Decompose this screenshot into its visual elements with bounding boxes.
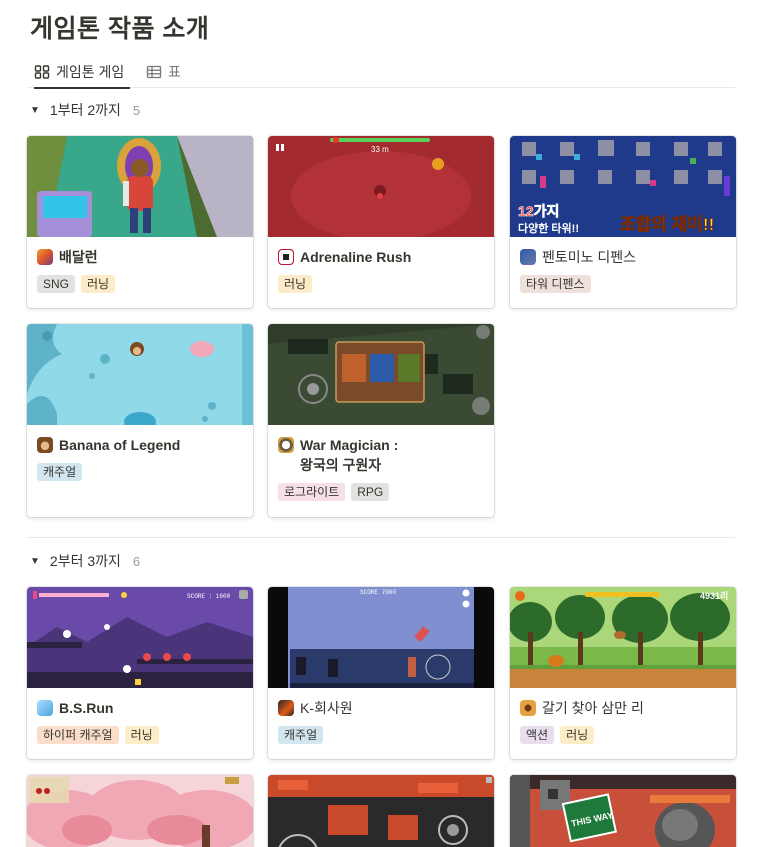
tag: 러닝 <box>124 726 159 744</box>
tab-gallery-label: 게임톤 게임 <box>56 64 125 80</box>
card-title: B.S.Run <box>59 700 114 716</box>
card-cover-image: 12가지 다양한 타워!! 조합의 재미!! <box>510 136 736 237</box>
group-label: 2부터 3까지 <box>49 553 121 569</box>
group-header-1[interactable]: ▼ 1부터 2까지 5 <box>30 98 140 122</box>
table-icon <box>146 64 162 80</box>
card-cover-image: SCORE 7000 <box>268 587 494 688</box>
tag: 캐주얼 <box>37 463 83 481</box>
cover-caption: 조합의 재미!! <box>620 214 714 234</box>
card-title: 배달런 <box>59 249 98 265</box>
tab-table-view[interactable]: 표 <box>146 56 181 88</box>
card-cover-image <box>268 324 494 425</box>
gallery-card[interactable]: SCORE 7000 K-회사원 캐주얼 <box>268 587 494 759</box>
card-cover-image: 4931리 <box>510 587 736 688</box>
view-tabs: 게임톤 게임 표 <box>27 52 735 89</box>
gallery-icon <box>34 64 50 80</box>
card-title: Banana of Legend <box>59 437 181 453</box>
app-icon <box>278 249 294 265</box>
group-count: 6 <box>132 553 141 569</box>
app-icon <box>278 437 294 453</box>
tag: 타워 디펜스 <box>520 275 591 293</box>
tag: 액션 <box>520 726 555 744</box>
score-readout: SCORE : 1600 <box>187 593 231 600</box>
tab-table-label: 표 <box>168 64 181 80</box>
cover-caption: 12가지 <box>518 203 559 219</box>
distance-readout: 33 m <box>371 145 389 154</box>
app-icon <box>37 437 53 453</box>
card-cover-image: SCORE : 1600 <box>27 587 253 688</box>
app-icon <box>520 249 536 265</box>
tag: 로그라이트 <box>278 483 346 501</box>
card-title: War Magician : 왕국의 구원자 <box>300 437 399 473</box>
tag: 러닝 <box>560 726 595 744</box>
gallery-card[interactable]: 33 m Adrenaline Rush 러닝 <box>268 136 494 308</box>
distance-readout: 4931리 <box>700 590 728 601</box>
tag: SNG <box>37 275 76 293</box>
gallery-page: 게임톤 작품 소개 게임톤 게임 표 ▼ 1부터 2까지 5 배달런 SNG 러… <box>0 0 780 847</box>
gallery-card[interactable]: THIS WAY <box>510 775 736 847</box>
gallery-card[interactable]: Banana of Legend 캐주얼 <box>27 324 253 517</box>
tag: 캐주얼 <box>278 726 324 744</box>
gallery-card[interactable]: War Magician : 왕국의 구원자 로그라이트 RPG <box>268 324 494 517</box>
card-cover-image <box>27 324 253 425</box>
group-header-2[interactable]: ▼ 2부터 3까지 6 <box>30 549 140 573</box>
app-icon <box>278 700 294 716</box>
card-title: Adrenaline Rush <box>300 249 412 265</box>
gallery-card[interactable]: 12가지 다양한 타워!! 조합의 재미!! 펜토미노 디펜스 타워 디펜스 <box>510 136 736 308</box>
toggle-down-icon[interactable]: ▼ <box>30 105 40 116</box>
card-cover-image <box>268 775 494 847</box>
card-cover-image: 33 m <box>268 136 494 237</box>
group-divider <box>27 537 735 538</box>
tag: RPG <box>351 483 390 501</box>
card-cover-image <box>27 775 253 847</box>
page-title: 게임톤 작품 소개 <box>30 15 210 43</box>
cover-caption: 다양한 타워!! <box>518 221 579 235</box>
card-title: K-회사원 <box>300 700 353 716</box>
app-icon <box>520 700 536 716</box>
gallery-card[interactable] <box>268 775 494 847</box>
score-readout: SCORE 7000 <box>360 589 396 596</box>
gallery-card[interactable]: 4931리 갈기 찾아 삼만 리 액션 러닝 <box>510 587 736 759</box>
tab-gallery-view[interactable]: 게임톤 게임 <box>34 56 131 89</box>
app-icon <box>37 249 53 265</box>
app-icon <box>37 700 53 716</box>
tag: 러닝 <box>81 275 116 293</box>
card-cover-image <box>27 136 253 237</box>
gallery-card[interactable]: SCORE : 1600 B.S.Run 하이퍼 캐주얼 러닝 <box>27 587 253 759</box>
toggle-down-icon[interactable]: ▼ <box>30 556 40 567</box>
group-count: 5 <box>132 102 141 118</box>
gallery-card[interactable]: 배달런 SNG 러닝 <box>27 136 253 308</box>
card-cover-image: THIS WAY <box>510 775 736 847</box>
gallery-card[interactable] <box>27 775 253 847</box>
tag: 하이퍼 캐주얼 <box>37 726 119 744</box>
card-title: 펜토미노 디펜스 <box>542 249 637 265</box>
card-title: 갈기 찾아 삼만 리 <box>542 700 644 716</box>
tag: 러닝 <box>278 275 313 293</box>
group-label: 1부터 2까지 <box>49 102 121 118</box>
